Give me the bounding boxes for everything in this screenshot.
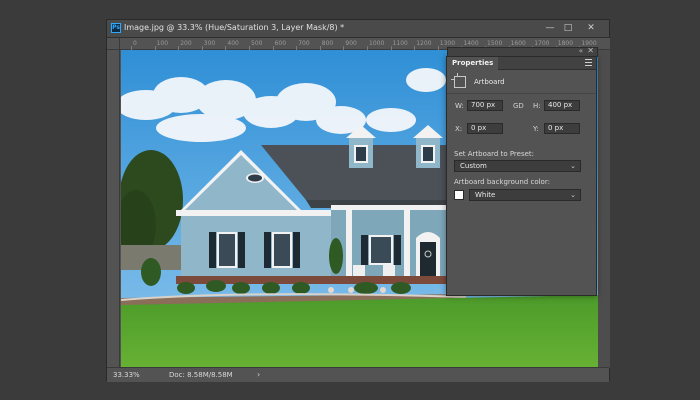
x-label: X: (455, 125, 463, 133)
artboard-icon (451, 73, 466, 88)
ruler-tick-label: 200 (180, 40, 192, 47)
ruler-tick-label: 700 (298, 40, 310, 47)
x-field[interactable]: 0 px (467, 123, 503, 134)
background-color-swatch[interactable] (454, 190, 464, 200)
vertical-scrollbar[interactable] (598, 50, 610, 368)
artboard-label: Artboard (474, 78, 505, 86)
preset-value: Custom (460, 162, 487, 170)
collapse-panel-icon[interactable]: « (579, 47, 583, 55)
ruler-tick-label: 1100 (392, 40, 408, 47)
ruler-tick-label: 500 (251, 40, 263, 47)
panel-divider (447, 93, 596, 94)
document-title: Image.jpg @ 33.3% (Hue/Saturation 3, Lay… (124, 23, 345, 32)
document-titlebar[interactable]: Ps Image.jpg @ 33.3% (Hue/Saturation 3, … (107, 20, 609, 38)
width-field[interactable]: 700 px (467, 100, 503, 111)
ruler-tick-label: 600 (274, 40, 287, 47)
close-panel-icon[interactable]: ✕ (587, 46, 594, 55)
ruler-tick-label: 900 (345, 40, 357, 47)
width-label: W: (455, 102, 464, 110)
close-icon[interactable]: ✕ (585, 23, 597, 34)
ruler-tick-label: 800 (321, 40, 334, 47)
ruler-tick-label: 1800 (557, 40, 574, 47)
ruler-tick-label: 1300 (439, 40, 456, 47)
ruler-tick-label: 0 (133, 40, 137, 47)
ruler-tick-label: 1600 (510, 40, 526, 47)
panel-dock-bar[interactable]: « ✕ (447, 46, 598, 57)
chevron-down-icon: ⌄ (570, 162, 576, 170)
height-label: H: (533, 102, 541, 110)
ruler-tick-label: 1400 (463, 40, 479, 47)
tab-properties[interactable]: Properties (447, 57, 499, 70)
restore-icon[interactable]: □ (562, 23, 574, 34)
y-label: Y: (533, 125, 539, 133)
ruler-tick-label: 1500 (487, 40, 503, 47)
ruler-tick-label: 1700 (534, 40, 550, 47)
ruler-tick-label: 400 (227, 40, 239, 47)
background-color-value: White (475, 191, 496, 199)
preset-dropdown[interactable]: Custom ⌄ (454, 160, 581, 172)
y-field[interactable]: 0 px (544, 123, 580, 134)
zoom-level[interactable]: 33.33% (113, 371, 140, 379)
preset-label: Set Artboard to Preset: (454, 150, 535, 158)
ruler-tick-label: 1200 (416, 40, 432, 47)
height-field[interactable]: 400 px (544, 100, 580, 111)
panel-header: Properties (447, 57, 596, 70)
background-color-dropdown[interactable]: White ⌄ (469, 189, 581, 201)
ruler-tick-label: 100 (156, 40, 169, 47)
status-bar: 33.33% Doc: 8.58M/8.58M › (107, 367, 609, 382)
ruler-tick-label: 1000 (369, 40, 385, 47)
ruler-corner[interactable] (107, 38, 120, 50)
link-dimensions-icon[interactable]: GD (513, 102, 524, 110)
vertical-ruler[interactable] (107, 50, 120, 368)
photoshop-icon: Ps (111, 23, 121, 33)
chevron-down-icon: ⌄ (570, 191, 576, 199)
minimize-icon[interactable]: — (544, 23, 556, 34)
ruler-tick-label: 300 (203, 40, 216, 47)
panel-menu-icon[interactable] (585, 59, 592, 67)
document-size: Doc: 8.58M/8.58M (169, 371, 233, 379)
properties-panel: « ✕ Properties Artboard W: 700 px GD H: … (446, 46, 598, 296)
status-menu-arrow-icon[interactable]: › (257, 370, 260, 379)
background-color-label: Artboard background color: (454, 178, 550, 186)
